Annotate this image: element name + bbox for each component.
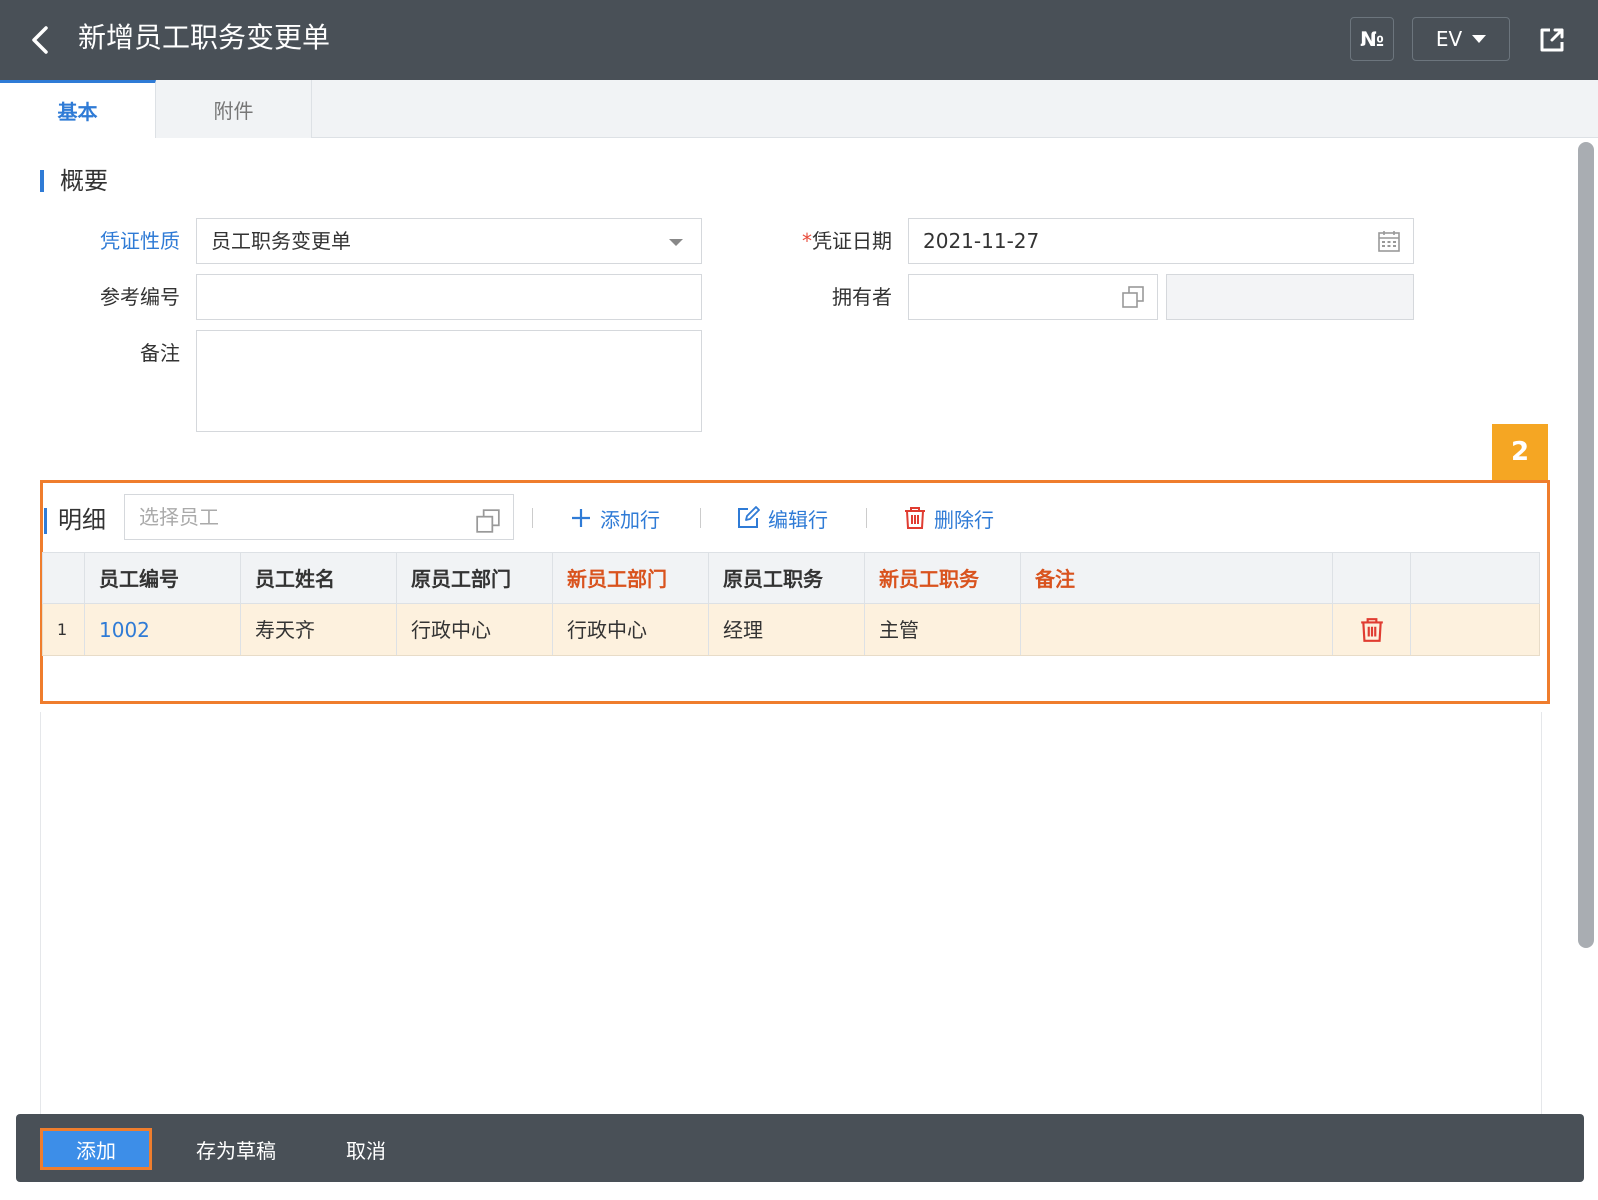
owner-label: 拥有者: [832, 285, 892, 309]
column-header[interactable]: 备注: [1021, 553, 1333, 603]
step-badge: 2: [1492, 424, 1548, 480]
employee-select-placeholder: 选择员工: [139, 505, 219, 529]
column-header[interactable]: 原员工部门: [397, 553, 553, 603]
old-title-cell: 经理: [709, 604, 865, 655]
table-row[interactable]: 1 1002 寿天齐 行政中心 行政中心 经理 主管: [42, 604, 1540, 656]
external-link-icon[interactable]: [1534, 22, 1570, 58]
lookup-icon[interactable]: [1121, 285, 1145, 309]
edit-row-button[interactable]: 编辑行: [736, 498, 828, 538]
language-dropdown[interactable]: EV: [1412, 17, 1510, 61]
delete-row-label: 删除行: [934, 507, 994, 532]
owner-field[interactable]: [908, 274, 1158, 320]
employee-name-cell: 寿天齐: [241, 604, 397, 655]
new-dept-cell[interactable]: 行政中心: [553, 604, 709, 655]
filler-cell: [1411, 604, 1541, 655]
delete-row-icon[interactable]: [1333, 604, 1411, 655]
number-button[interactable]: №: [1350, 17, 1394, 61]
column-header[interactable]: 新员工部门: [553, 553, 709, 603]
tab-bar: 基本 附件: [0, 80, 1598, 138]
detail-section-label: 明细: [44, 500, 106, 540]
back-icon[interactable]: [26, 22, 54, 58]
vertical-scrollbar[interactable]: [1578, 142, 1594, 948]
section-title-overview: 概要: [40, 166, 108, 196]
lookup-icon[interactable]: [475, 505, 501, 549]
filler-column-header: [1411, 553, 1541, 603]
save-draft-button[interactable]: 存为草稿: [176, 1128, 296, 1170]
trash-icon: [905, 507, 925, 529]
tab-basic[interactable]: 基本: [0, 80, 156, 138]
employee-select-input[interactable]: 选择员工: [124, 494, 514, 540]
toolbar-divider: [532, 508, 533, 528]
voucher-type-value: 员工职务变更单: [211, 229, 351, 253]
voucher-type-select[interactable]: 员工职务变更单: [196, 218, 702, 264]
plus-icon: [572, 509, 590, 527]
tab-attachments[interactable]: 附件: [156, 80, 312, 138]
toolbar-divider: [700, 508, 701, 528]
old-dept-cell: 行政中心: [397, 604, 553, 655]
page-title: 新增员工职务变更单: [78, 21, 331, 54]
grid-header: 员工编号 员工姓名 原员工部门 新员工部门 原员工职务 新员工职务 备注: [42, 552, 1540, 604]
remark-textarea[interactable]: [196, 330, 702, 432]
calendar-icon[interactable]: [1377, 229, 1401, 253]
voucher-date-field[interactable]: 2021-11-27: [908, 218, 1414, 264]
language-label: EV: [1435, 27, 1463, 51]
delete-row-button[interactable]: 删除行: [904, 498, 994, 538]
column-header[interactable]: 员工姓名: [241, 553, 397, 603]
edit-icon: [738, 506, 760, 528]
column-header[interactable]: 新员工职务: [865, 553, 1021, 603]
footer-bar: 添加 存为草稿 取消: [16, 1114, 1584, 1182]
row-number-header: [43, 553, 85, 603]
add-button[interactable]: 添加: [40, 1128, 152, 1170]
row-number: 1: [43, 604, 85, 655]
ref-no-label: 参考编号: [100, 285, 180, 309]
owner-name-field: [1166, 274, 1414, 320]
top-bar: 新增员工职务变更单 № EV: [0, 0, 1598, 80]
voucher-date-label: *凭证日期: [762, 218, 892, 264]
voucher-type-label: 凭证性质: [100, 229, 180, 253]
new-title-cell[interactable]: 主管: [865, 604, 1021, 655]
voucher-date-label-text: 凭证日期: [812, 229, 892, 253]
cancel-button[interactable]: 取消: [326, 1128, 406, 1170]
trash-icon: [1360, 617, 1383, 642]
edit-row-label: 编辑行: [768, 507, 828, 532]
ref-no-input[interactable]: [196, 274, 702, 320]
employee-id-link[interactable]: 1002: [85, 604, 241, 655]
action-column-header: [1333, 553, 1411, 603]
remark-cell[interactable]: [1021, 604, 1333, 655]
add-row-label: 添加行: [600, 507, 660, 532]
add-row-button[interactable]: 添加行: [570, 498, 660, 538]
column-header[interactable]: 原员工职务: [709, 553, 865, 603]
grid-empty-area: [40, 712, 1542, 1122]
voucher-date-value: 2021-11-27: [923, 229, 1040, 253]
required-mark: *: [802, 229, 812, 253]
chevron-down-icon: [669, 239, 683, 246]
caret-down-icon: [1472, 35, 1487, 43]
column-header[interactable]: 员工编号: [85, 553, 241, 603]
toolbar-divider: [866, 508, 867, 528]
remark-label: 备注: [140, 341, 180, 365]
